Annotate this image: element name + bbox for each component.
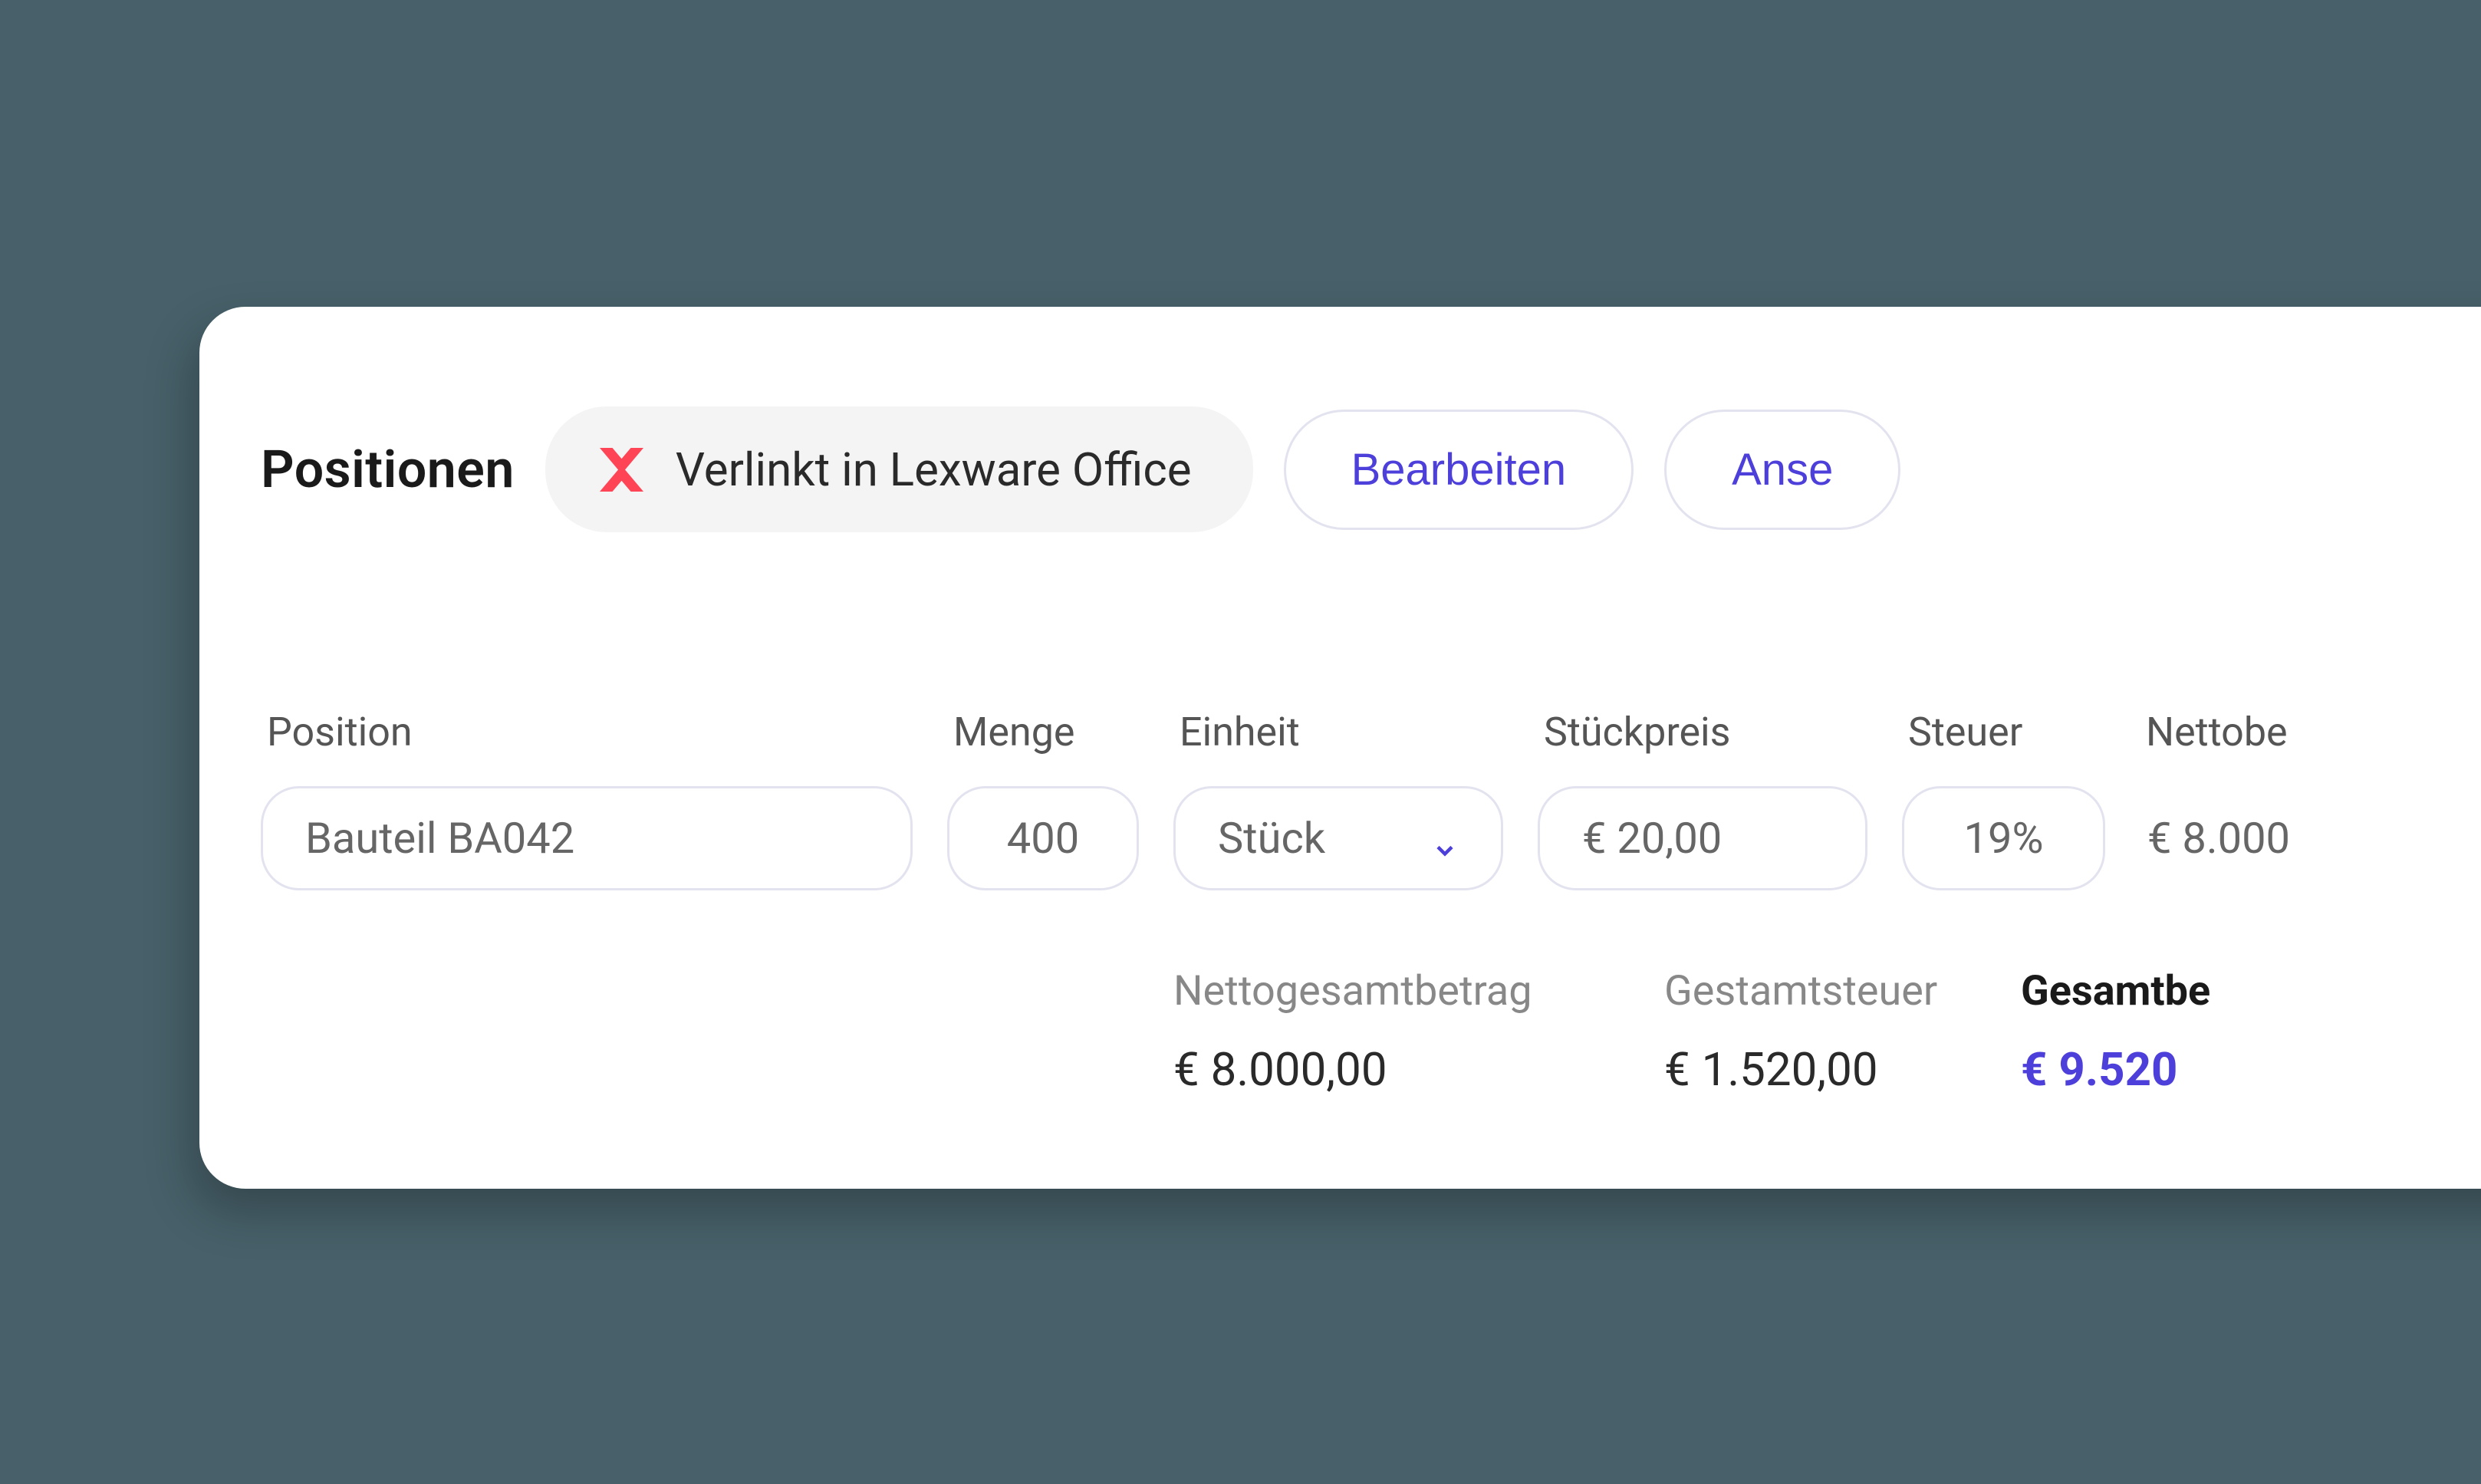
position-value: Bauteil BA042	[305, 813, 574, 864]
linked-chip-label: Verlinkt in Lexware Office	[676, 443, 1192, 497]
nettobetrag-value: € 8.000	[2140, 813, 2290, 864]
gesamt-total-block: Gesamtbe € 9.520	[2021, 967, 2481, 1097]
steuer-input[interactable]: 19%	[1902, 786, 2105, 890]
view-button[interactable]: Anse	[1664, 410, 1900, 530]
steuer-value: 19%	[1964, 813, 2044, 864]
col-header-nettobetrag: Nettobe	[2146, 709, 2481, 755]
netto-total-block: Nettogesamtbetrag € 8.000,00	[1173, 967, 1630, 1097]
stueckpreis-input[interactable]: € 20,00	[1538, 786, 1867, 890]
col-header-stueckpreis: Stückpreis	[1544, 709, 1874, 755]
steuer-total-block: Gestamtsteuer € 1.520,00	[1664, 967, 1986, 1097]
lexware-x-icon	[591, 439, 653, 500]
chevron-down-icon	[1431, 824, 1459, 852]
netto-total-value: € 8.000,00	[1173, 1042, 1630, 1097]
col-header-position: Position	[267, 709, 919, 755]
gesamt-total-label: Gesamtbe	[2021, 967, 2481, 1015]
col-header-einheit: Einheit	[1180, 709, 1509, 755]
col-header-menge: Menge	[953, 709, 1145, 755]
steuer-total-label: Gestamtsteuer	[1664, 967, 1986, 1015]
col-header-steuer: Steuer	[1908, 709, 2111, 755]
stueckpreis-value: € 20,00	[1582, 813, 1722, 864]
netto-total-label: Nettogesamtbetrag	[1173, 967, 1630, 1015]
section-title: Positionen	[261, 439, 515, 500]
einheit-select[interactable]: Stück	[1173, 786, 1503, 890]
totals-row: Nettogesamtbetrag € 8.000,00 Gestamtsteu…	[261, 967, 2481, 1097]
edit-button[interactable]: Bearbeiten	[1284, 410, 1634, 530]
table-header: Position Menge Einheit Stückpreis Steuer…	[261, 709, 2481, 755]
menge-value: 400	[1007, 813, 1079, 864]
header-row: Positionen Verlinkt in Lexware Office Be…	[261, 406, 2481, 532]
linked-lexware-chip[interactable]: Verlinkt in Lexware Office	[545, 406, 1253, 532]
steuer-total-value: € 1.520,00	[1664, 1042, 1986, 1097]
positions-card: Positionen Verlinkt in Lexware Office Be…	[199, 307, 2481, 1189]
line-item-row: Bauteil BA042 400 Stück € 20,00 19% € 8.…	[261, 786, 2481, 890]
gesamt-total-value: € 9.520	[2021, 1042, 2481, 1097]
position-input[interactable]: Bauteil BA042	[261, 786, 913, 890]
einheit-value: Stück	[1218, 813, 1325, 864]
menge-input[interactable]: 400	[947, 786, 1139, 890]
